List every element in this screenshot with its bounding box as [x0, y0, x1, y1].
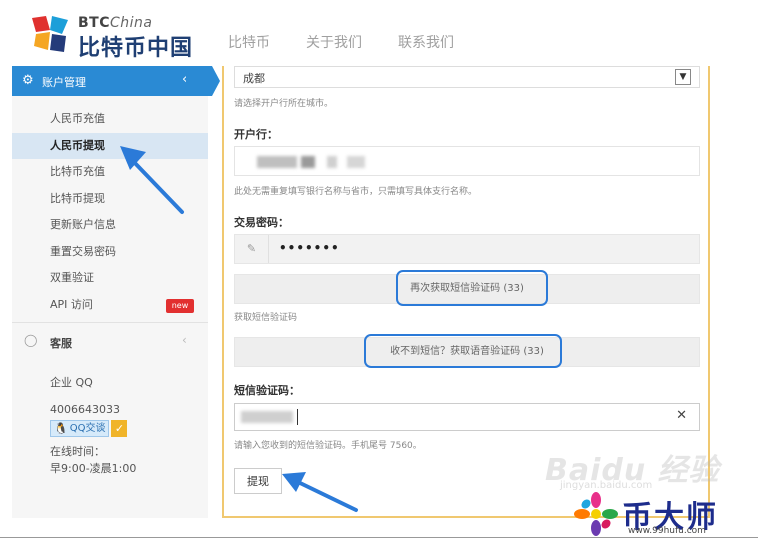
- city-hint: 请选择开户行所在城市。: [234, 99, 334, 109]
- redacted-text: [301, 156, 315, 168]
- trade-password-label: 交易密码：: [234, 216, 289, 229]
- voice-code-label: 收不到短信？获取语音验证码 (33): [390, 346, 544, 357]
- sidebar-item-btc-deposit[interactable]: 比特币充值: [12, 159, 208, 186]
- new-badge: new: [166, 298, 194, 313]
- bottom-divider: [0, 537, 758, 538]
- nav-about-us[interactable]: 关于我们: [306, 32, 362, 52]
- bank-label: 开户行：: [234, 128, 278, 141]
- chevron-down-icon[interactable]: ▼: [675, 69, 691, 85]
- withdraw-submit-button[interactable]: 提现: [234, 468, 282, 494]
- sms-code-input[interactable]: ✕: [234, 403, 700, 431]
- chevron-left-icon: ‹: [182, 333, 187, 347]
- online-hours-label: 在线时间：: [50, 445, 105, 458]
- city-select[interactable]: 成都 ▼: [234, 66, 700, 88]
- sms-code-hint: 获取短信验证码: [234, 313, 298, 323]
- chevron-left-icon: ‹: [182, 72, 188, 87]
- site-logo[interactable]: BTCChina 比特币中国: [28, 12, 198, 61]
- sidebar-item-cny-withdraw[interactable]: 人民币提现: [12, 132, 208, 159]
- sidebar-item-btc-withdraw[interactable]: 比特币提现: [12, 186, 208, 213]
- redacted-text: [257, 156, 297, 168]
- resend-sms-code-label: 再次获取短信验证码 (33): [410, 283, 524, 294]
- sidebar-item-update-account[interactable]: 更新账户信息: [12, 212, 208, 239]
- baidu-watermark-url: jingyan.baidu.com: [560, 480, 653, 491]
- redacted-text: [327, 156, 337, 168]
- sidebar-section-service[interactable]: ◯ 客服 ‹: [12, 330, 208, 354]
- online-hours: 早9:00-凌晨1:00: [50, 462, 137, 475]
- resend-sms-code-button[interactable]: 再次获取短信验证码 (33): [234, 274, 700, 304]
- redacted-text: [347, 156, 365, 168]
- sms-code-label: 短信验证码：: [234, 384, 300, 397]
- clear-icon[interactable]: ✕: [676, 408, 687, 423]
- brand-watermark-url: www.99hufu.com: [628, 526, 706, 536]
- sidebar-item-two-factor[interactable]: 双重验证: [12, 265, 208, 292]
- edit-icon: ✎: [235, 235, 269, 263]
- top-nav: 比特币 关于我们 联系我们: [228, 32, 454, 52]
- sidebar: ⚙ 账户管理 ‹ 人民币充值 人民币提现 比特币充值 比特币提现 更新账户信息 …: [12, 66, 220, 518]
- enterprise-qq-label: 企业 QQ: [50, 376, 93, 389]
- sidebar-item-api-label: API 访问: [50, 297, 93, 311]
- service-info: 企业 QQ 4006643033 🐧 QQ交谈 ✓ 在线时间： 早9:00-凌晨1…: [50, 374, 136, 477]
- chat-bubble-icon: ◯: [24, 333, 38, 347]
- trade-password-input[interactable]: ✎ •••••••: [234, 234, 700, 264]
- service-title: 客服: [50, 337, 72, 350]
- sidebar-menu: 人民币充值 人民币提现 比特币充值 比特币提现 更新账户信息 重置交易密码 双重…: [12, 106, 208, 318]
- qq-chat-button[interactable]: 🐧 QQ交谈: [50, 420, 110, 437]
- nav-bitcoin[interactable]: 比特币: [228, 32, 270, 52]
- flower-logo-icon: [574, 492, 618, 536]
- sidebar-section-title: 账户管理: [42, 76, 86, 89]
- btc-china-logo-icon: [32, 16, 68, 52]
- sms-code-input-hint: 请输入您收到的短信验证码。手机尾号 7560。: [234, 441, 422, 451]
- bank-hint: 此处无需重复填写银行名称与省市，只需填写具体支行名称。: [234, 187, 478, 197]
- logo-china-text: China: [110, 15, 153, 31]
- brand-watermark: 币大师 www.99hufu.com: [572, 492, 752, 536]
- password-value: •••••••: [279, 241, 340, 255]
- bank-branch-input[interactable]: [234, 146, 700, 176]
- nav-contact-us[interactable]: 联系我们: [398, 32, 454, 52]
- logo-chinese-name: 比特币中国: [78, 36, 194, 61]
- qq-status-icon: ✓: [111, 420, 128, 437]
- sidebar-section-account[interactable]: ⚙ 账户管理 ‹: [12, 66, 220, 96]
- qq-chat-label: QQ交谈: [69, 423, 106, 434]
- logo-btc-text: BTC: [78, 15, 110, 31]
- site-header: BTCChina 比特币中国 比特币 关于我们 联系我们: [0, 0, 758, 66]
- gear-icon: ⚙: [22, 73, 34, 88]
- text-caret: [297, 409, 298, 425]
- sidebar-item-reset-trade-password[interactable]: 重置交易密码: [12, 239, 208, 266]
- sidebar-divider: [12, 322, 208, 323]
- redacted-text: [241, 411, 293, 423]
- voice-code-button[interactable]: 收不到短信？获取语音验证码 (33): [234, 337, 700, 367]
- sidebar-item-api-access[interactable]: API 访问 new: [12, 292, 208, 319]
- penguin-icon: 🐧: [54, 422, 68, 435]
- qq-number: 4006643033: [50, 403, 120, 416]
- sidebar-item-cny-deposit[interactable]: 人民币充值: [12, 106, 208, 133]
- city-select-value: 成都: [243, 72, 265, 85]
